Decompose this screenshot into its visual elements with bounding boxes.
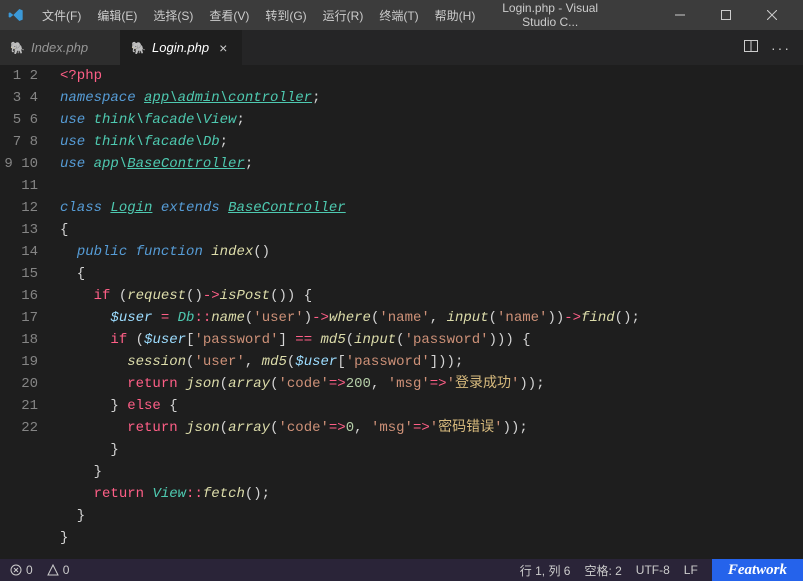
tab-close-icon[interactable]: × (215, 40, 231, 56)
menu-item[interactable]: 查看(V) (201, 3, 257, 28)
window-title: Login.php - Visual Studio C... (485, 1, 655, 29)
status-bar: 0 0 行 1, 列 6 空格: 2 UTF-8 LF Featwork (0, 559, 803, 581)
maximize-button[interactable] (703, 0, 749, 30)
line-number-gutter: 1 2 3 4 5 6 7 8 9 10 11 12 13 14 15 16 1… (0, 65, 56, 559)
minimize-button[interactable] (657, 0, 703, 30)
status-cursor-position[interactable]: 行 1, 列 6 (520, 562, 571, 579)
menu-item[interactable]: 运行(R) (315, 3, 372, 28)
warning-count: 0 (63, 563, 70, 577)
editor-tab[interactable]: 🐘Index.php× (0, 30, 121, 65)
status-eol[interactable]: LF (684, 563, 698, 577)
menu-item[interactable]: 编辑(E) (89, 3, 145, 28)
status-encoding[interactable]: UTF-8 (636, 563, 670, 577)
tabs-bar: 🐘 Index.php ×🐘 Login.php × ··· (0, 30, 803, 65)
error-count: 0 (26, 563, 33, 577)
status-indent[interactable]: 空格: 2 (584, 562, 621, 579)
split-editor-icon[interactable] (743, 38, 759, 57)
title-bar: 文件(F)编辑(E)选择(S)查看(V)转到(G)运行(R)终端(T)帮助(H)… (0, 0, 803, 30)
php-file-icon: 🐘 (10, 41, 25, 55)
error-icon (10, 564, 22, 576)
vscode-logo-icon (8, 7, 24, 23)
window-controls (657, 0, 795, 30)
menu-item[interactable]: 转到(G) (257, 3, 314, 28)
warning-icon (47, 564, 59, 576)
status-warnings[interactable]: 0 (47, 563, 70, 577)
editor[interactable]: 1 2 3 4 5 6 7 8 9 10 11 12 13 14 15 16 1… (0, 65, 803, 559)
brand-badge[interactable]: Featwork (712, 559, 803, 581)
code-area[interactable]: <?php namespace app\admin\controller; us… (56, 65, 803, 559)
menu-item[interactable]: 终端(T) (371, 3, 426, 28)
tab-label: Login.php (152, 40, 209, 55)
close-button[interactable] (749, 0, 795, 30)
tabs-actions: ··· (731, 30, 803, 65)
status-errors[interactable]: 0 (10, 563, 33, 577)
editor-tab[interactable]: 🐘 Login.php × (121, 30, 242, 65)
menu-item[interactable]: 选择(S) (145, 3, 201, 28)
php-file-icon: 🐘 (131, 41, 146, 55)
tab-label: Index.php (31, 40, 88, 55)
menu-bar: 文件(F)编辑(E)选择(S)查看(V)转到(G)运行(R)终端(T)帮助(H) (34, 3, 483, 28)
menu-item[interactable]: 帮助(H) (427, 3, 484, 28)
more-actions-icon[interactable]: ··· (771, 40, 791, 56)
menu-item[interactable]: 文件(F) (34, 3, 89, 28)
